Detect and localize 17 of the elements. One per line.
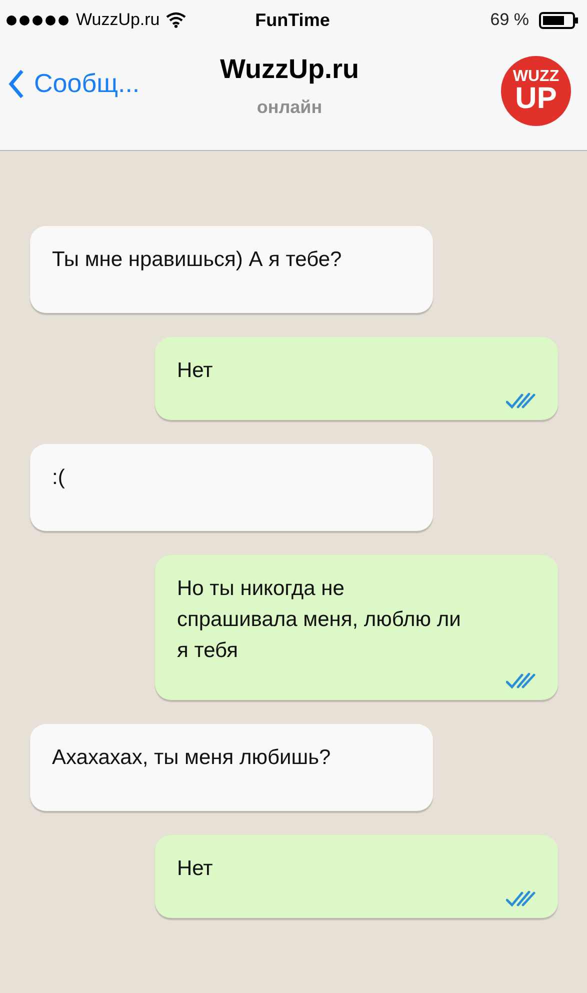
online-status: онлайн: [256, 97, 322, 118]
wifi-icon: [166, 12, 186, 28]
message-text: Ахахахах, ты меня любишь?: [52, 745, 331, 771]
message-text: Нет: [177, 358, 213, 384]
battery-icon: [539, 12, 579, 28]
message-text: Но ты никогда не спрашивала меня, люблю ли я тебя: [177, 576, 461, 664]
status-title: FunTime: [255, 10, 330, 30]
battery-percent: 69 %: [490, 10, 529, 30]
message-text: Нет: [177, 856, 213, 882]
message-text: :(: [52, 465, 65, 491]
carrier-name: WuzzUp.ru: [76, 10, 160, 30]
chevron-icon: [8, 68, 24, 98]
signal-icon: [6, 14, 70, 26]
avatar-logo[interactable]: WUZZ UP: [501, 56, 571, 126]
chat-title: WuzzUp.ru: [220, 54, 359, 85]
back-button[interactable]: Сообщ...: [8, 68, 140, 99]
message-text: Ты мне нравишься) А я тебе?: [52, 247, 342, 273]
